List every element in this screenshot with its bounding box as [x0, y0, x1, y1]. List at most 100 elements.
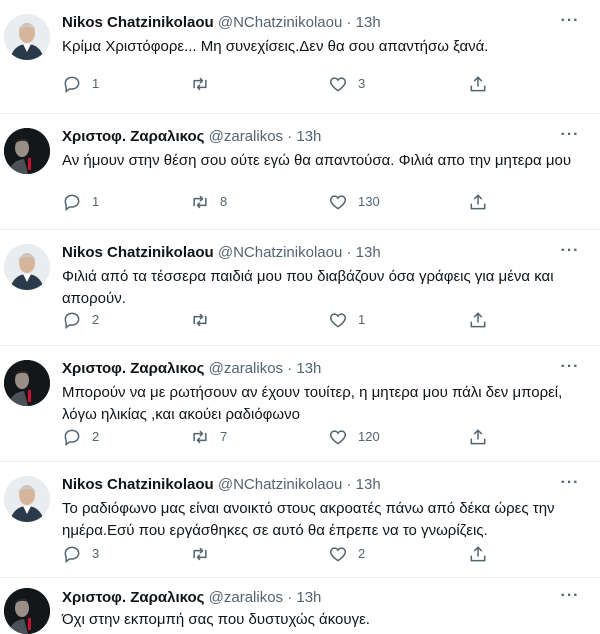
reply-count: 1 [92, 194, 100, 209]
tweet-actions: 2 1 [62, 309, 580, 331]
author-name[interactable]: Χριστοφ. Ζαραλικος [62, 128, 204, 145]
avatar[interactable] [4, 14, 50, 60]
like-button[interactable]: 1 [328, 309, 365, 331]
reply-count: 2 [92, 312, 100, 327]
heart-icon [329, 430, 347, 445]
share-button[interactable] [468, 73, 488, 95]
share-button[interactable] [468, 426, 488, 448]
more-icon[interactable]: ··· [558, 10, 582, 32]
share-icon [470, 194, 486, 210]
retweet-button[interactable] [190, 309, 220, 331]
tweet-actions: 3 2 [62, 543, 580, 565]
more-icon[interactable]: ··· [558, 124, 582, 146]
share-icon [470, 546, 486, 562]
like-count: 130 [358, 194, 380, 209]
author-handle[interactable]: @NChatzinikolaou · 13h [218, 244, 381, 261]
like-count: 3 [358, 76, 366, 91]
tweet-header: Nikos Chatzinikolaou @NChatzinikolaou · … [62, 12, 580, 34]
reply-icon [64, 312, 80, 329]
like-button[interactable]: 2 [328, 543, 365, 565]
retweet-button[interactable]: 7 [190, 426, 227, 448]
share-icon [470, 312, 486, 328]
tweet-text: Όχι στην εκπομπή σας που δυστυχώς άκουγε… [62, 611, 370, 628]
tweet-actions: 1 3 [62, 73, 580, 95]
retweet-count: 7 [220, 429, 228, 444]
tweet-header: Nikos Chatzinikolaou @NChatzinikolaou · … [62, 242, 580, 264]
avatar[interactable] [4, 476, 50, 522]
avatar[interactable] [4, 128, 50, 174]
more-icon[interactable]: ··· [558, 240, 582, 262]
retweet-icon [193, 313, 207, 327]
like-count: 120 [358, 429, 380, 444]
avatar[interactable] [4, 360, 50, 406]
like-count: 2 [358, 546, 366, 561]
reply-count: 2 [92, 429, 100, 444]
retweet-button[interactable] [190, 73, 220, 95]
author-handle[interactable]: @NChatzinikolaou · 13h [218, 14, 381, 31]
retweet-icon [193, 77, 207, 91]
avatar[interactable] [4, 588, 50, 634]
reply-count: 1 [92, 76, 100, 91]
tweet-actions: 1 8 130 [62, 191, 580, 213]
reply-thread: Nikos Chatzinikolaou @NChatzinikolaou · … [0, 0, 600, 634]
retweet-icon [193, 547, 207, 561]
share-button[interactable] [468, 543, 488, 565]
retweet-icon [193, 195, 207, 209]
tweet-text: Αν ήμουν στην θέση σου ούτε εγώ θα απαντ… [62, 152, 572, 169]
author-handle[interactable]: @zaralikos · 13h [209, 360, 322, 377]
more-icon[interactable]: ··· [558, 472, 582, 494]
heart-icon [329, 313, 347, 328]
share-icon [470, 76, 486, 92]
like-button[interactable]: 120 [328, 426, 380, 448]
retweet-icon [193, 430, 207, 444]
avatar[interactable] [4, 244, 50, 290]
tweet-text: Κρίμα Χριστόφορε... Μη συνεχίσεις.Δεν θα… [62, 38, 489, 55]
reply-button[interactable]: 3 [62, 543, 99, 565]
tweet-actions: 2 7 120 [62, 426, 580, 448]
share-icon [470, 429, 486, 445]
tweet[interactable]: Nikos Chatzinikolaou @NChatzinikolaou · … [0, 462, 600, 578]
author-name[interactable]: Χριστοφ. Ζαραλικος [62, 360, 204, 377]
author-handle[interactable]: @zaralikos · 13h [209, 128, 322, 145]
tweet-header: Χριστοφ. Ζαραλικος @zaralikos · 13h [62, 358, 580, 380]
reply-icon [64, 429, 80, 446]
reply-button[interactable]: 2 [62, 309, 99, 331]
more-icon[interactable]: ··· [558, 356, 582, 378]
retweet-count: 8 [220, 194, 228, 209]
tweet-header: Nikos Chatzinikolaou @NChatzinikolaou · … [62, 474, 580, 496]
retweet-button[interactable]: 8 [190, 191, 227, 213]
share-button[interactable] [468, 309, 488, 331]
like-count: 1 [358, 312, 366, 327]
author-handle[interactable]: @zaralikos · 13h [209, 589, 322, 606]
reply-button[interactable]: 1 [62, 73, 99, 95]
tweet[interactable]: Nikos Chatzinikolaou @NChatzinikolaou · … [0, 230, 600, 346]
reply-button[interactable]: 1 [62, 191, 99, 213]
reply-icon [64, 194, 80, 211]
like-button[interactable]: 3 [328, 73, 365, 95]
like-button[interactable]: 130 [328, 191, 380, 213]
tweet[interactable]: Χριστοφ. Ζαραλικος @zaralikos · 13h ··· … [0, 346, 600, 462]
tweet[interactable]: Χριστοφ. Ζαραλικος @zaralikos · 13h ··· … [0, 114, 600, 230]
reply-count: 3 [92, 546, 100, 561]
author-name[interactable]: Nikos Chatzinikolaou [62, 476, 214, 493]
tweet[interactable]: Χριστοφ. Ζαραλικος @zaralikos · 13h ··· … [0, 578, 600, 634]
tweet-header: Χριστοφ. Ζαραλικος @zaralikos · 13h [62, 587, 580, 609]
tweet-header: Χριστοφ. Ζαραλικος @zaralikos · 13h [62, 126, 580, 148]
reply-button[interactable]: 2 [62, 426, 99, 448]
retweet-button[interactable] [190, 543, 220, 565]
reply-icon [64, 546, 80, 563]
tweet[interactable]: Nikos Chatzinikolaou @NChatzinikolaou · … [0, 0, 600, 114]
more-icon[interactable]: ··· [558, 585, 582, 607]
author-name[interactable]: Nikos Chatzinikolaou [62, 14, 214, 31]
tweet-text: Φιλιά από τα τέσσερα παιδιά μου που διαβ… [62, 268, 554, 307]
heart-icon [329, 547, 347, 562]
author-name[interactable]: Χριστοφ. Ζαραλικος [62, 589, 204, 606]
tweet-text: Μπορούν να με ρωτήσουν αν έχουν τουίτερ,… [62, 384, 563, 423]
tweet-text: Το ραδιόφωνο μας είναι ανοικτό στους ακρ… [62, 500, 555, 539]
author-handle[interactable]: @NChatzinikolaou · 13h [218, 476, 381, 493]
heart-icon [329, 77, 347, 92]
heart-icon [329, 195, 347, 210]
author-name[interactable]: Nikos Chatzinikolaou [62, 244, 214, 261]
reply-icon [64, 76, 80, 93]
share-button[interactable] [468, 191, 488, 213]
